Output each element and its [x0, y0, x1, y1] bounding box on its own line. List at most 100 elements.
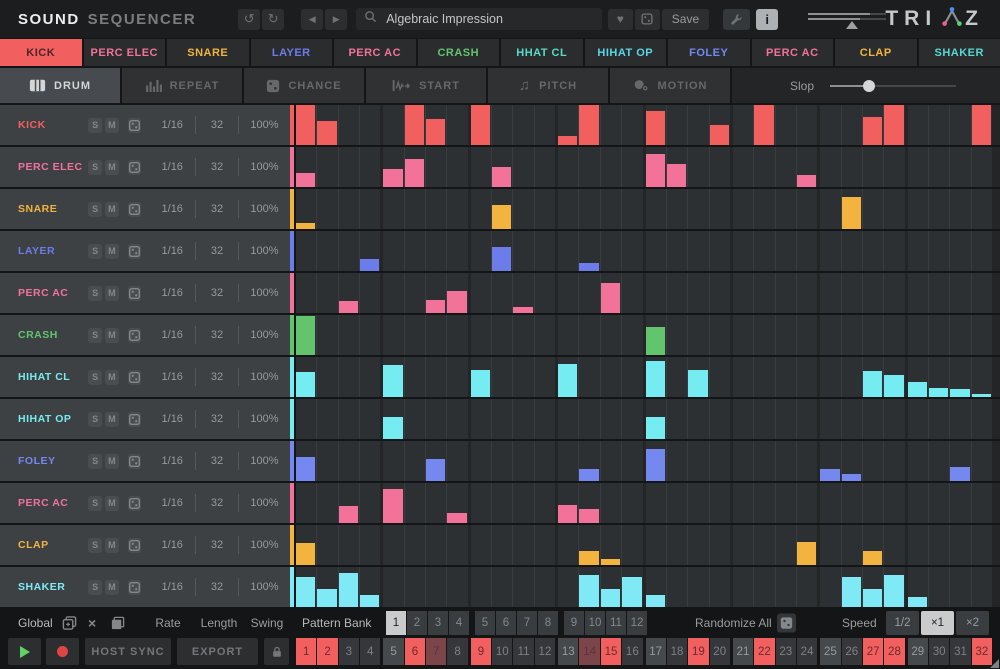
- step-cell-9[interactable]: [471, 483, 491, 523]
- velocity-bar[interactable]: [884, 575, 903, 607]
- step-cell-32[interactable]: [972, 399, 992, 439]
- step-cell-32[interactable]: [972, 231, 992, 271]
- track-randomize-dice-icon[interactable]: [128, 244, 142, 259]
- step-cell-14[interactable]: [579, 441, 599, 481]
- step-button-9[interactable]: 9: [471, 638, 491, 665]
- step-cell-16[interactable]: [622, 483, 642, 523]
- step-cell-30[interactable]: [929, 105, 949, 145]
- step-cell-5[interactable]: [383, 399, 403, 439]
- step-button-31[interactable]: 31: [950, 638, 970, 665]
- step-cell-20[interactable]: [710, 483, 730, 523]
- step-cell-10[interactable]: [492, 105, 512, 145]
- step-cell-31[interactable]: [950, 483, 970, 523]
- velocity-bar[interactable]: [492, 205, 511, 229]
- step-cell-7[interactable]: [426, 357, 446, 397]
- track-rate-value[interactable]: 1/16: [149, 413, 195, 425]
- step-cell-12[interactable]: [535, 441, 555, 481]
- step-cell-26[interactable]: [842, 357, 862, 397]
- velocity-bar[interactable]: [317, 589, 336, 607]
- velocity-bar[interactable]: [405, 105, 424, 145]
- step-cell-14[interactable]: [579, 231, 599, 271]
- track-rate-value[interactable]: 1/16: [149, 581, 195, 593]
- velocity-bar[interactable]: [972, 105, 991, 145]
- step-cell-15[interactable]: [601, 525, 621, 565]
- step-cell-31[interactable]: [950, 231, 970, 271]
- step-cell-8[interactable]: [447, 525, 467, 565]
- step-button-14[interactable]: 14: [579, 638, 599, 665]
- step-cell-22[interactable]: [754, 231, 774, 271]
- tab-shaker[interactable]: SHAKER: [919, 39, 1000, 66]
- track-length-value[interactable]: 32: [196, 581, 238, 593]
- export-button[interactable]: EXPORT: [177, 638, 258, 665]
- solo-button[interactable]: S: [88, 160, 102, 175]
- track-randomize-dice-icon[interactable]: [128, 328, 142, 343]
- step-cell-7[interactable]: [426, 567, 446, 607]
- pattern-bank-4[interactable]: 4: [449, 611, 469, 635]
- step-cell-3[interactable]: [339, 315, 359, 355]
- step-cell-29[interactable]: [908, 567, 928, 607]
- step-cell-21[interactable]: [733, 399, 753, 439]
- mute-button[interactable]: M: [105, 580, 119, 595]
- step-cell-4[interactable]: [360, 567, 380, 607]
- step-cell-30[interactable]: [929, 357, 949, 397]
- track-rate-value[interactable]: 1/16: [149, 329, 195, 341]
- step-cell-12[interactable]: [535, 483, 555, 523]
- velocity-bar[interactable]: [863, 551, 882, 565]
- step-cell-22[interactable]: [754, 189, 774, 229]
- step-cell-26[interactable]: [842, 483, 862, 523]
- step-cell-16[interactable]: [622, 567, 642, 607]
- step-cell-6[interactable]: [405, 567, 425, 607]
- redo-button[interactable]: ↻: [262, 9, 284, 30]
- step-cell-16[interactable]: [622, 525, 642, 565]
- step-cell-15[interactable]: [601, 105, 621, 145]
- step-cell-32[interactable]: [972, 483, 992, 523]
- step-cell-17[interactable]: [646, 441, 666, 481]
- step-cell-30[interactable]: [929, 483, 949, 523]
- step-cell-20[interactable]: [710, 525, 730, 565]
- step-cell-22[interactable]: [754, 147, 774, 187]
- velocity-bar[interactable]: [667, 164, 686, 187]
- step-cell-11[interactable]: [513, 189, 533, 229]
- step-cell-11[interactable]: [513, 273, 533, 313]
- step-button-5[interactable]: 5: [383, 638, 403, 665]
- step-cell-23[interactable]: [776, 231, 796, 271]
- step-cell-24[interactable]: [797, 399, 817, 439]
- step-cell-23[interactable]: [776, 315, 796, 355]
- velocity-bar[interactable]: [339, 506, 358, 523]
- step-cell-5[interactable]: [383, 231, 403, 271]
- pattern-bank-8[interactable]: 8: [538, 611, 558, 635]
- pattern-bank-1[interactable]: 1: [386, 611, 406, 635]
- velocity-bar[interactable]: [579, 263, 598, 271]
- step-cell-16[interactable]: [622, 399, 642, 439]
- solo-button[interactable]: S: [88, 412, 102, 427]
- step-cell-28[interactable]: [884, 483, 904, 523]
- step-cell-8[interactable]: [447, 147, 467, 187]
- velocity-bar[interactable]: [601, 283, 620, 313]
- step-cell-32[interactable]: [972, 147, 992, 187]
- step-cell-27[interactable]: [863, 399, 883, 439]
- save-button[interactable]: Save: [662, 9, 709, 30]
- velocity-bar[interactable]: [579, 509, 598, 523]
- step-cell-6[interactable]: [405, 399, 425, 439]
- step-cell-17[interactable]: [646, 399, 666, 439]
- random-preset-dice-icon[interactable]: [635, 9, 660, 30]
- track-swing-value[interactable]: 100%: [239, 329, 290, 341]
- step-cell-26[interactable]: [842, 567, 862, 607]
- step-cell-22[interactable]: [754, 525, 774, 565]
- step-cell-25[interactable]: [820, 105, 840, 145]
- step-cell-15[interactable]: [601, 567, 621, 607]
- pattern-bank-6[interactable]: 6: [496, 611, 516, 635]
- step-cell-12[interactable]: [535, 189, 555, 229]
- pattern-bank-10[interactable]: 10: [585, 611, 605, 635]
- step-cell-3[interactable]: [339, 147, 359, 187]
- step-cell-27[interactable]: [863, 567, 883, 607]
- step-cell-8[interactable]: [447, 231, 467, 271]
- step-cell-9[interactable]: [471, 189, 491, 229]
- step-cell-16[interactable]: [622, 315, 642, 355]
- step-cell-25[interactable]: [820, 357, 840, 397]
- step-button-4[interactable]: 4: [360, 638, 380, 665]
- step-button-29[interactable]: 29: [908, 638, 928, 665]
- step-cell-24[interactable]: [797, 147, 817, 187]
- step-cell-24[interactable]: [797, 315, 817, 355]
- velocity-bar[interactable]: [426, 119, 445, 145]
